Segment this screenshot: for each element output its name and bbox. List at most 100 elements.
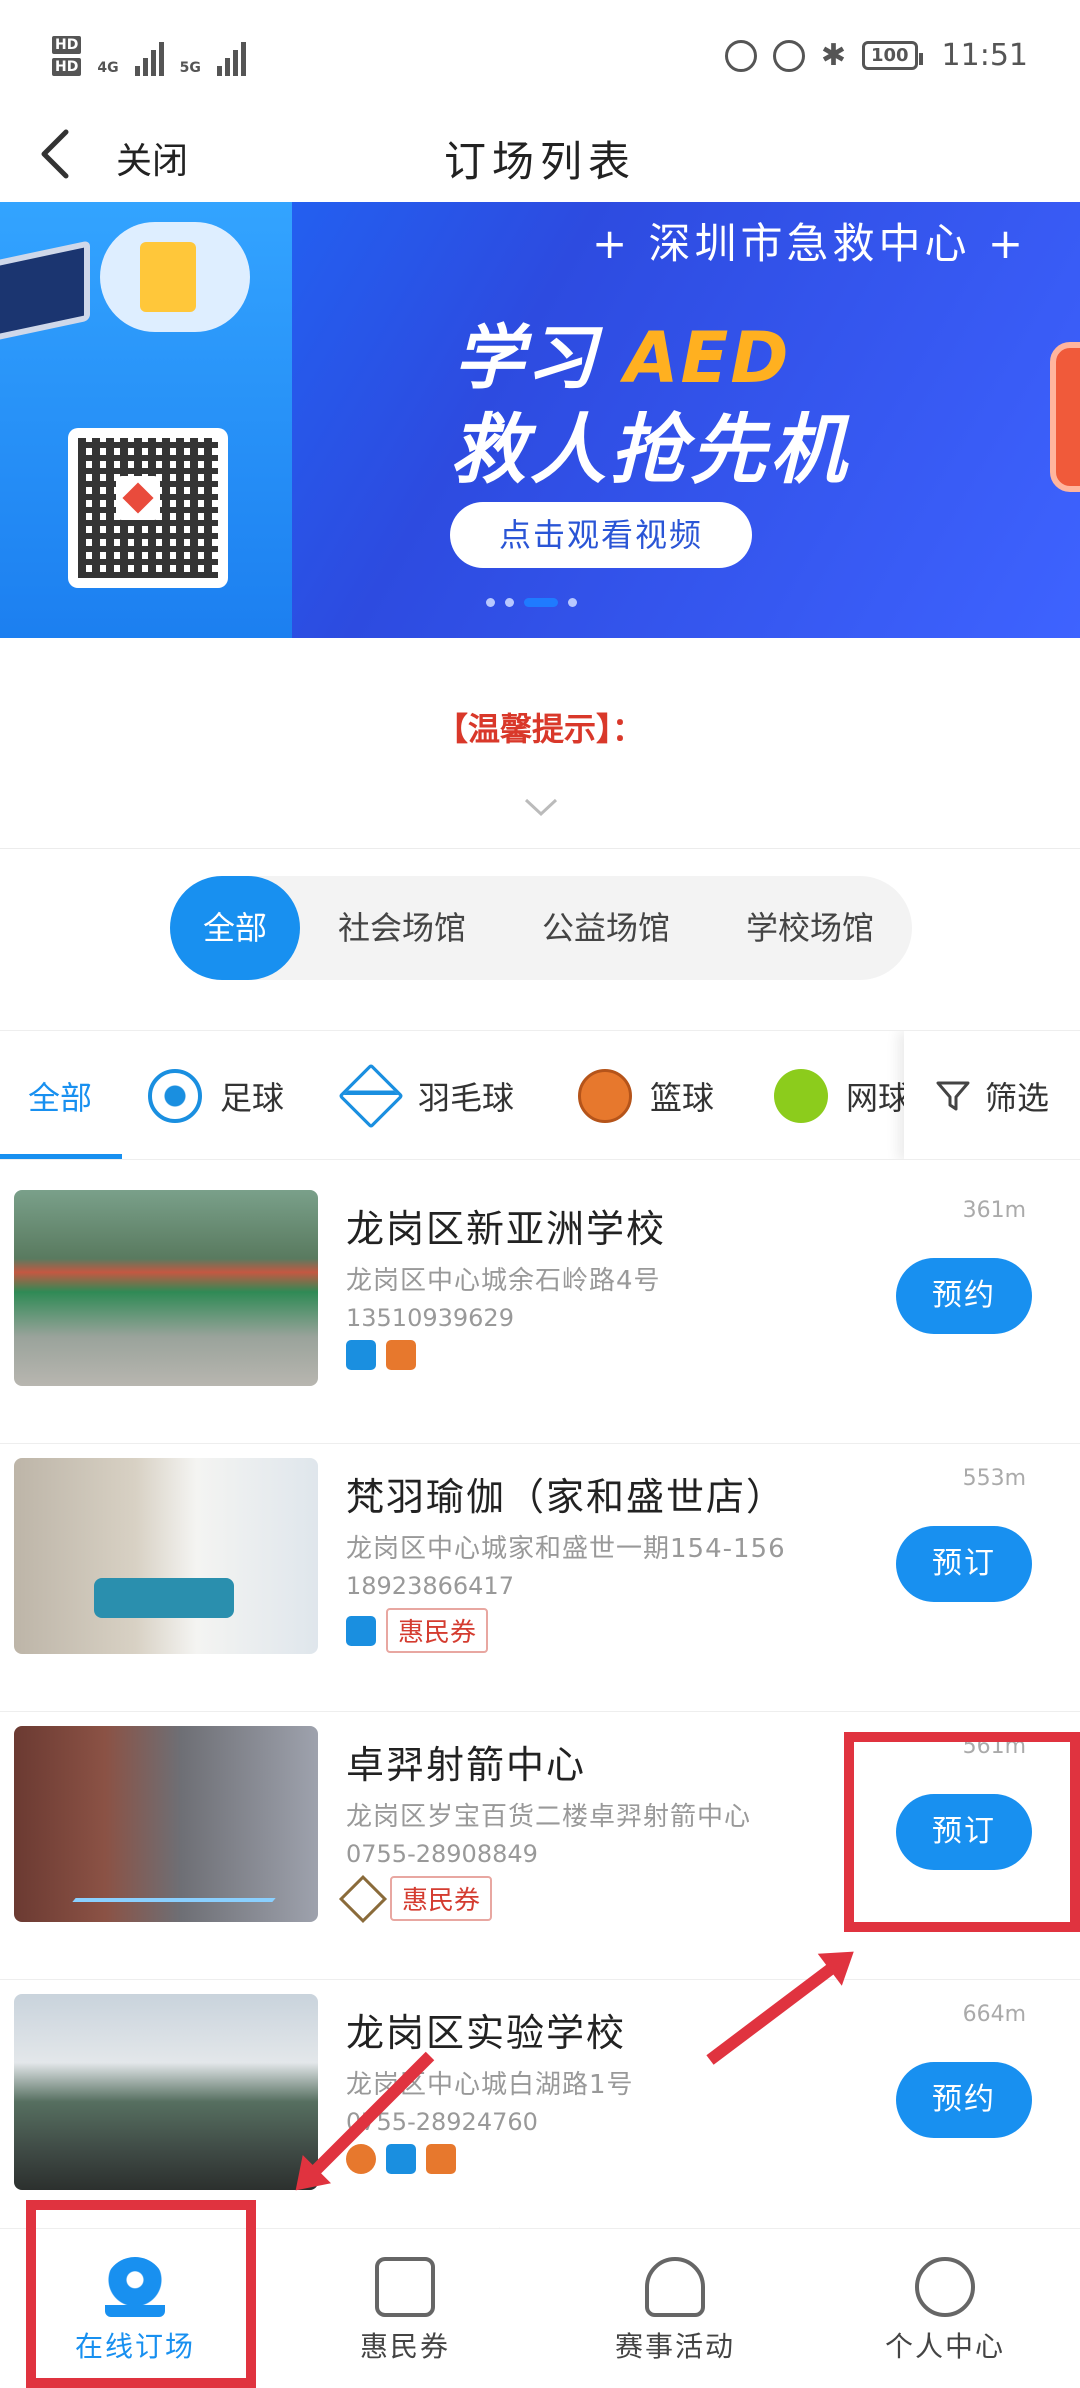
- banner-headline-1-prefix: 学习: [454, 317, 598, 399]
- filter-button[interactable]: 筛选: [904, 1031, 1080, 1159]
- nav-label: 惠民券: [359, 2330, 450, 2363]
- track-tag-icon: [346, 2144, 376, 2174]
- soccer-tag-icon: [386, 2144, 416, 2174]
- promo-banner[interactable]: + 深圳市急救中心 + 学习 AED 救人抢先机 点击观看视频: [0, 202, 1080, 638]
- nav-events[interactable]: 赛事活动: [540, 2229, 810, 2388]
- nav-label: 个人中心: [884, 2330, 1005, 2363]
- sport-tab-all-label: 全部: [28, 1079, 93, 1117]
- watch-video-button[interactable]: 点击观看视频: [450, 502, 752, 568]
- divider: [0, 848, 1080, 849]
- tip-section: 【温馨提示】：: [0, 638, 1080, 848]
- carousel-dot-active: [524, 598, 558, 607]
- venue-type-segment: 全部 社会场馆 公益场馆 学校场馆: [170, 876, 912, 980]
- sport-tab-basketball[interactable]: 篮球: [578, 1031, 715, 1159]
- venue-distance: 664m: [962, 2002, 1026, 2027]
- sport-tab-tennis[interactable]: 网球: [774, 1031, 911, 1159]
- alarm-icon: [772, 39, 805, 72]
- qr-code: [68, 428, 228, 588]
- venue-address: 龙岗区中心城余石岭路4号: [346, 1266, 661, 1296]
- trophy-icon: [645, 2257, 705, 2317]
- sport-tab-label: 篮球: [650, 1079, 715, 1117]
- archery-tag-icon: [338, 1874, 388, 1923]
- laptop-illustration: [0, 240, 90, 344]
- basketball-icon: [578, 1069, 632, 1123]
- venue-distance: 361m: [962, 1198, 1026, 1223]
- status-left: HD HD 4G 5G: [52, 36, 246, 76]
- venue-address: 龙岗区岁宝百货二楼卓羿射箭中心: [346, 1802, 752, 1832]
- banner-org: + 深圳市急救中心 +: [592, 219, 1028, 268]
- basketball-tag-icon: [426, 2144, 456, 2174]
- user-icon: [915, 2257, 975, 2317]
- filter-icon: [936, 1081, 970, 1111]
- segment-public[interactable]: 公益场馆: [504, 876, 708, 980]
- venue-name: 龙岗区实验学校: [346, 2011, 627, 2055]
- status-right: ✱ 100 11:51: [724, 38, 1028, 73]
- nav-profile[interactable]: 个人中心: [810, 2229, 1080, 2388]
- venue-tags: [346, 1340, 416, 1370]
- segment-social[interactable]: 社会场馆: [300, 876, 504, 980]
- venue-photo: [14, 1994, 318, 2190]
- carousel-dot: [568, 598, 577, 607]
- segment-school[interactable]: 学校场馆: [708, 876, 912, 980]
- voucher-icon: [375, 2257, 435, 2317]
- book-button[interactable]: 预订: [896, 1526, 1032, 1602]
- voucher-badge: 惠民券: [386, 1608, 489, 1653]
- venue-item[interactable]: 龙岗区新亚洲学校 龙岗区中心城余石岭路4号 13510939629 361m 预…: [0, 1178, 1080, 1444]
- sport-tab-soccer[interactable]: 足球: [148, 1031, 285, 1159]
- data-saver-icon: [724, 39, 757, 72]
- venue-tags: 惠民券: [346, 1608, 489, 1653]
- sport-tab-badminton[interactable]: 羽毛球: [338, 1031, 515, 1159]
- voucher-badge: 惠民券: [390, 1876, 493, 1921]
- clock: 11:51: [941, 38, 1028, 73]
- venue-name: 梵羽瑜伽（家和盛世店）: [346, 1475, 787, 1519]
- soccer-tag-icon: [346, 1340, 376, 1370]
- basketball-tag-icon: [386, 1340, 416, 1370]
- venue-phone: 18923866417: [346, 1572, 514, 1600]
- venue-item[interactable]: 梵羽瑜伽（家和盛世店） 龙岗区中心城家和盛世一期154-156 18923866…: [0, 1446, 1080, 1712]
- segment-all[interactable]: 全部: [170, 876, 300, 980]
- yoga-tag-icon: [346, 1615, 376, 1646]
- venue-distance: 553m: [962, 1466, 1026, 1491]
- annotation-highlight-book: [844, 1732, 1080, 1932]
- battery-icon: 100: [861, 41, 923, 70]
- tennis-icon: [774, 1069, 828, 1123]
- sport-tab-label: 足球: [220, 1079, 285, 1117]
- venue-phone: 13510939629: [346, 1304, 514, 1332]
- carousel-dot: [486, 598, 495, 607]
- network-4g-label: 4G: [97, 60, 119, 76]
- sport-tab-all[interactable]: 全部: [28, 1031, 93, 1159]
- venue-tags: 惠民券: [338, 1874, 493, 1923]
- chevron-down-icon[interactable]: [524, 798, 558, 818]
- venue-photo: [14, 1190, 318, 1386]
- hd-badge-2: HD: [52, 58, 82, 76]
- banner-illustration: [0, 202, 292, 638]
- active-tab-indicator: [0, 1154, 122, 1159]
- card-illustration: [140, 242, 196, 312]
- nav-label: 赛事活动: [614, 2330, 735, 2363]
- banner-headline-2: 救人抢先机: [450, 405, 850, 494]
- banner-headline-1-aed: AED: [624, 317, 791, 399]
- aed-device-illustration: [1050, 342, 1080, 492]
- nav-voucher[interactable]: 惠民券: [270, 2229, 540, 2388]
- sport-tab-label: 网球: [846, 1079, 911, 1117]
- soccer-icon: [148, 1069, 202, 1123]
- carousel-dots: [486, 598, 577, 607]
- tip-text: 【温馨提示】：: [435, 710, 644, 748]
- venue-photo: [14, 1726, 318, 1922]
- reserve-button[interactable]: 预约: [896, 1258, 1032, 1334]
- status-bar: HD HD 4G 5G ✱ 100 11:51: [0, 0, 1080, 110]
- sport-tab-label: 羽毛球: [418, 1079, 515, 1117]
- sport-tabs: 全部 足球 羽毛球 篮球 网球 筛选: [0, 1030, 1080, 1160]
- page-title: 订场列表: [443, 137, 636, 186]
- qr-logo-icon: [116, 476, 160, 520]
- venue-photo: [14, 1458, 318, 1654]
- bluetooth-icon: ✱: [820, 38, 846, 73]
- badminton-icon: [338, 1063, 404, 1129]
- network-5g-label: 5G: [179, 60, 201, 76]
- hd-badges: HD HD: [52, 36, 82, 76]
- venue-address: 龙岗区中心城家和盛世一期154-156: [346, 1534, 786, 1564]
- reserve-button[interactable]: 预约: [896, 2062, 1032, 2138]
- signal-icon-2: [216, 42, 246, 76]
- venue-phone: 0755-28908849: [346, 1840, 538, 1868]
- carousel-dot: [505, 598, 514, 607]
